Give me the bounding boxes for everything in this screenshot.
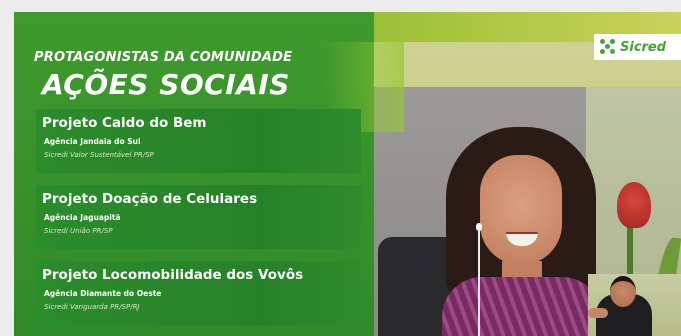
- project-cooperative: Sicredi Valor Sustentável PR/SP: [44, 151, 154, 159]
- sign-language-interpreter: [588, 274, 681, 336]
- interpreter-head: [610, 276, 636, 307]
- sicredi-logo-text: Sicred: [620, 39, 667, 55]
- project-title: Projeto Doação de Celulares: [42, 191, 258, 207]
- speaker-face: [480, 155, 562, 265]
- speaker-shirt: [442, 277, 602, 336]
- red-flower: [617, 182, 651, 228]
- project-cooperative: Sicredi União PR/SP: [44, 227, 113, 235]
- header-title: AÇÕES SOCIAIS: [42, 68, 290, 101]
- project-card: Projeto Caldo do Bem Agência Jandaia do …: [36, 109, 361, 173]
- project-agency: Agência Diamante do Oeste: [44, 289, 162, 298]
- video-frame: PROTAGONISTAS DA COMUNIDADE AÇÕES SOCIAI…: [14, 12, 681, 336]
- earbud: [476, 223, 482, 231]
- project-agency: Agência Jaguapitã: [44, 213, 121, 222]
- speaker-person: [436, 127, 606, 336]
- project-title: Projeto Caldo do Bem: [42, 115, 207, 131]
- interpreter-hand: [588, 308, 608, 318]
- sicredi-logo-icon: [600, 39, 616, 55]
- project-title: Projeto Locomobilidade dos Vovôs: [42, 267, 304, 283]
- project-list: Projeto Caldo do Bem Agência Jandaia do …: [36, 109, 366, 336]
- header-subtitle: PROTAGONISTAS DA COMUNIDADE: [34, 50, 293, 65]
- project-cooperative: Sicredi Vanguarda PR/SP/RJ: [44, 303, 140, 311]
- project-agency: Agência Jandaia do Sul: [44, 137, 141, 146]
- sicredi-logo: Sicred: [594, 34, 681, 60]
- project-card: Projeto Doação de Celulares Agência Jagu…: [36, 185, 361, 249]
- earbud-cable: [478, 231, 480, 336]
- project-card: Projeto Locomobilidade dos Vovôs Agência…: [36, 261, 361, 325]
